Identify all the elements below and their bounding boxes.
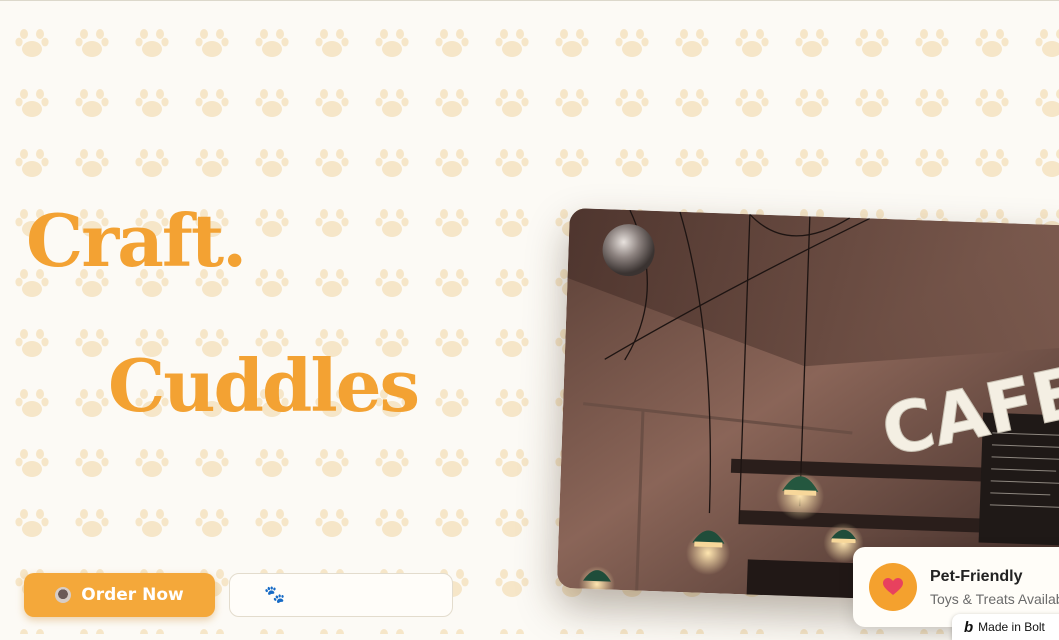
order-now-label: Order Now bbox=[81, 585, 184, 605]
order-now-button[interactable]: Order Now bbox=[24, 573, 215, 617]
paw-icon: 🐾 bbox=[264, 585, 286, 605]
coffee-cup-icon bbox=[55, 587, 72, 603]
heart-icon bbox=[869, 563, 917, 611]
hero-title-craft: Craft. bbox=[26, 198, 247, 283]
made-in-bolt-link[interactable]: b Made in Bolt bbox=[952, 614, 1059, 640]
badge-title: Pet-Friendly bbox=[930, 568, 1023, 585]
bolt-logo-icon: b bbox=[964, 618, 974, 636]
hero-title-cuddles: Cuddles bbox=[108, 343, 420, 428]
secondary-paw-button[interactable]: 🐾 bbox=[229, 573, 453, 617]
made-in-bolt-label: Made in Bolt bbox=[978, 620, 1045, 634]
badge-subtitle: Toys & Treats Available bbox=[930, 591, 1059, 607]
